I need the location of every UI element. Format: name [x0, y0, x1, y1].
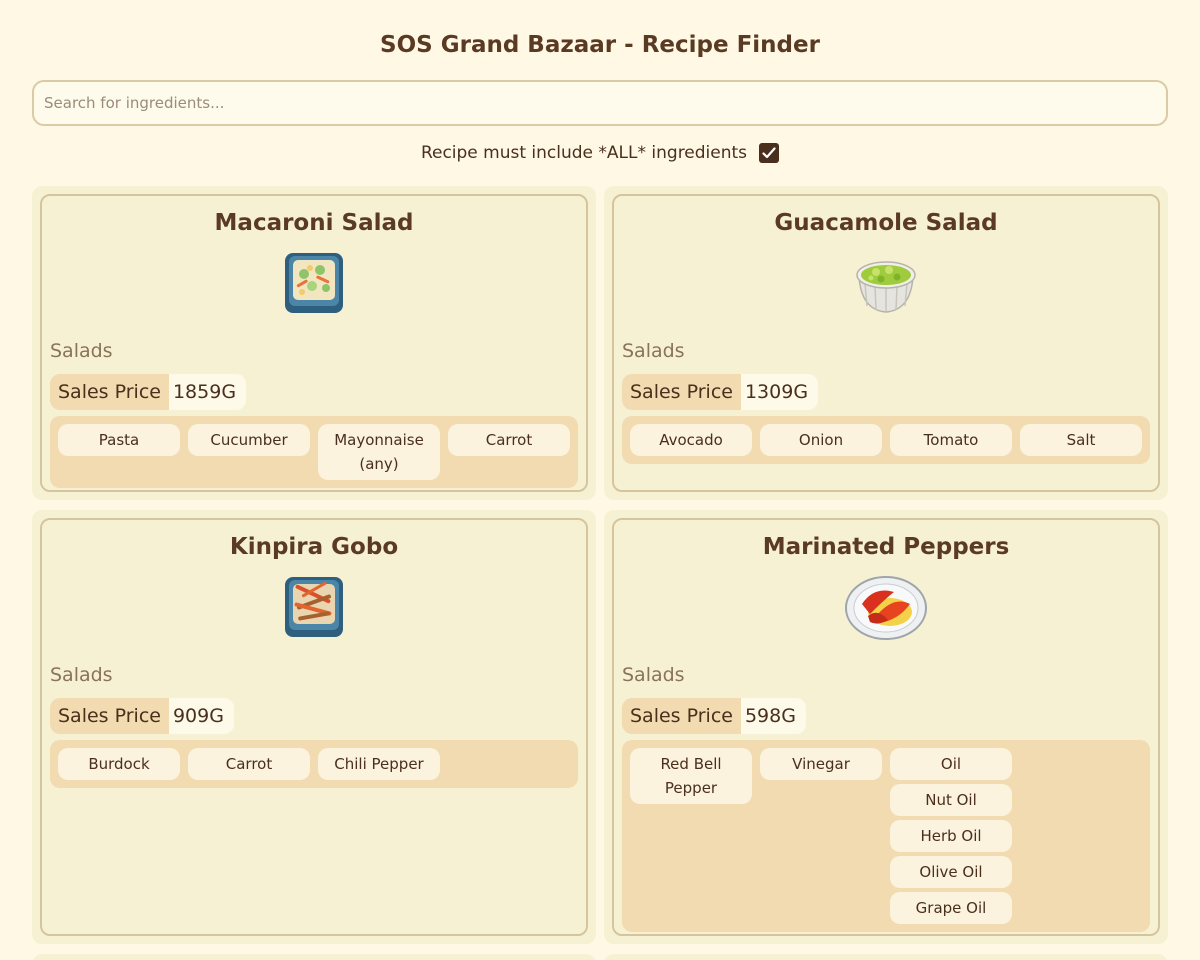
ingredient-list: Burdock Carrot Chili Pepper — [50, 740, 578, 788]
all-ingredients-filter: Recipe must include *ALL* ingredients — [0, 143, 1200, 163]
sales-price-label: Sales Price — [50, 698, 169, 734]
ingredient-chip[interactable]: Mayonnaise (any) — [318, 424, 440, 480]
recipe-finder-page: SOS Grand Bazaar - Recipe Finder Recipe … — [0, 0, 1200, 960]
ingredient-list: Red Bell Pepper Vinegar Oil Nut Oil Herb… — [622, 740, 1150, 932]
sales-price: Sales Price 1859G — [50, 374, 247, 410]
recipe-name: Macaroni Salad — [214, 210, 414, 236]
ingredient-chip[interactable]: Pasta — [58, 424, 180, 456]
recipe-name: Marinated Peppers — [762, 534, 1010, 560]
sales-price-value: 1859G — [168, 374, 247, 410]
recipe-category: Salads — [50, 340, 113, 362]
ingredient-chip[interactable]: Burdock — [58, 748, 180, 780]
sales-price-value: 1309G — [740, 374, 819, 410]
recipe-category: Salads — [622, 340, 685, 362]
recipe-cell: Marinated Peppers Salads Sales Price 598… — [604, 510, 1168, 944]
sales-price-label: Sales Price — [50, 374, 169, 410]
oil-options-group: Oil Nut Oil Herb Oil Olive Oil Grape Oil — [890, 748, 1012, 924]
ingredient-chip[interactable]: Onion — [760, 424, 882, 456]
recipe-card[interactable]: Guacamole Salad Salads Sales Price 1309G… — [612, 194, 1160, 492]
ingredient-list: Avocado Onion Tomato Salt — [622, 416, 1150, 464]
page-title: SOS Grand Bazaar - Recipe Finder — [380, 32, 820, 58]
ingredient-chip[interactable]: Cucumber — [188, 424, 310, 456]
ingredient-chip[interactable]: Carrot — [188, 748, 310, 780]
recipe-grid: Macaroni Salad Salads Sales Price 1859G … — [32, 186, 1168, 960]
filter-label: Recipe must include *ALL* ingredients — [420, 143, 748, 163]
sales-price-value: 909G — [168, 698, 234, 734]
sales-price: Sales Price 1309G — [622, 374, 819, 410]
recipe-cell: Macaroni Salad Salads Sales Price 1859G … — [32, 186, 596, 500]
recipe-cell — [32, 954, 596, 960]
recipe-cell — [604, 954, 1168, 960]
ingredient-chip[interactable]: Red Bell Pepper — [630, 748, 752, 804]
ingredient-chip[interactable]: Oil — [890, 748, 1012, 780]
recipe-card[interactable]: Macaroni Salad Salads Sales Price 1859G … — [40, 194, 588, 492]
ingredient-chip[interactable]: Avocado — [630, 424, 752, 456]
marinated-peppers-dish-icon — [845, 576, 927, 640]
sales-price-label: Sales Price — [622, 374, 741, 410]
recipe-name: Guacamole Salad — [774, 210, 998, 236]
ingredient-chip[interactable]: Carrot — [448, 424, 570, 456]
sales-price: Sales Price 598G — [622, 698, 806, 734]
ingredient-chip[interactable]: Grape Oil — [890, 892, 1012, 924]
kinpira-gobo-dish-icon — [285, 577, 343, 637]
ingredient-chip[interactable]: Olive Oil — [890, 856, 1012, 888]
sales-price-value: 598G — [740, 698, 806, 734]
ingredient-chip[interactable]: Salt — [1020, 424, 1142, 456]
sales-price-label: Sales Price — [622, 698, 741, 734]
ingredient-chip[interactable]: Herb Oil — [890, 820, 1012, 852]
ingredient-chip[interactable]: Nut Oil — [890, 784, 1012, 816]
recipe-category: Salads — [50, 664, 113, 686]
recipe-card[interactable]: Kinpira Gobo Salads Sales Price 909G Bur… — [40, 518, 588, 936]
recipe-name: Kinpira Gobo — [229, 534, 399, 560]
checkmark-icon — [762, 147, 776, 159]
recipe-cell: Guacamole Salad Salads Sales Price 1309G… — [604, 186, 1168, 500]
recipe-card[interactable]: Marinated Peppers Salads Sales Price 598… — [612, 518, 1160, 936]
macaroni-salad-dish-icon — [285, 253, 343, 313]
recipe-category: Salads — [622, 664, 685, 686]
ingredient-chip[interactable]: Tomato — [890, 424, 1012, 456]
guacamole-salad-dish-icon — [856, 261, 916, 313]
recipe-cell: Kinpira Gobo Salads Sales Price 909G Bur… — [32, 510, 596, 944]
ingredient-search-input[interactable] — [32, 80, 1168, 126]
ingredient-chip[interactable]: Chili Pepper — [318, 748, 440, 780]
ingredient-chip[interactable]: Vinegar — [760, 748, 882, 780]
all-ingredients-checkbox[interactable] — [759, 143, 780, 163]
ingredient-list: Pasta Cucumber Mayonnaise (any) Carrot — [50, 416, 578, 488]
sales-price: Sales Price 909G — [50, 698, 234, 734]
